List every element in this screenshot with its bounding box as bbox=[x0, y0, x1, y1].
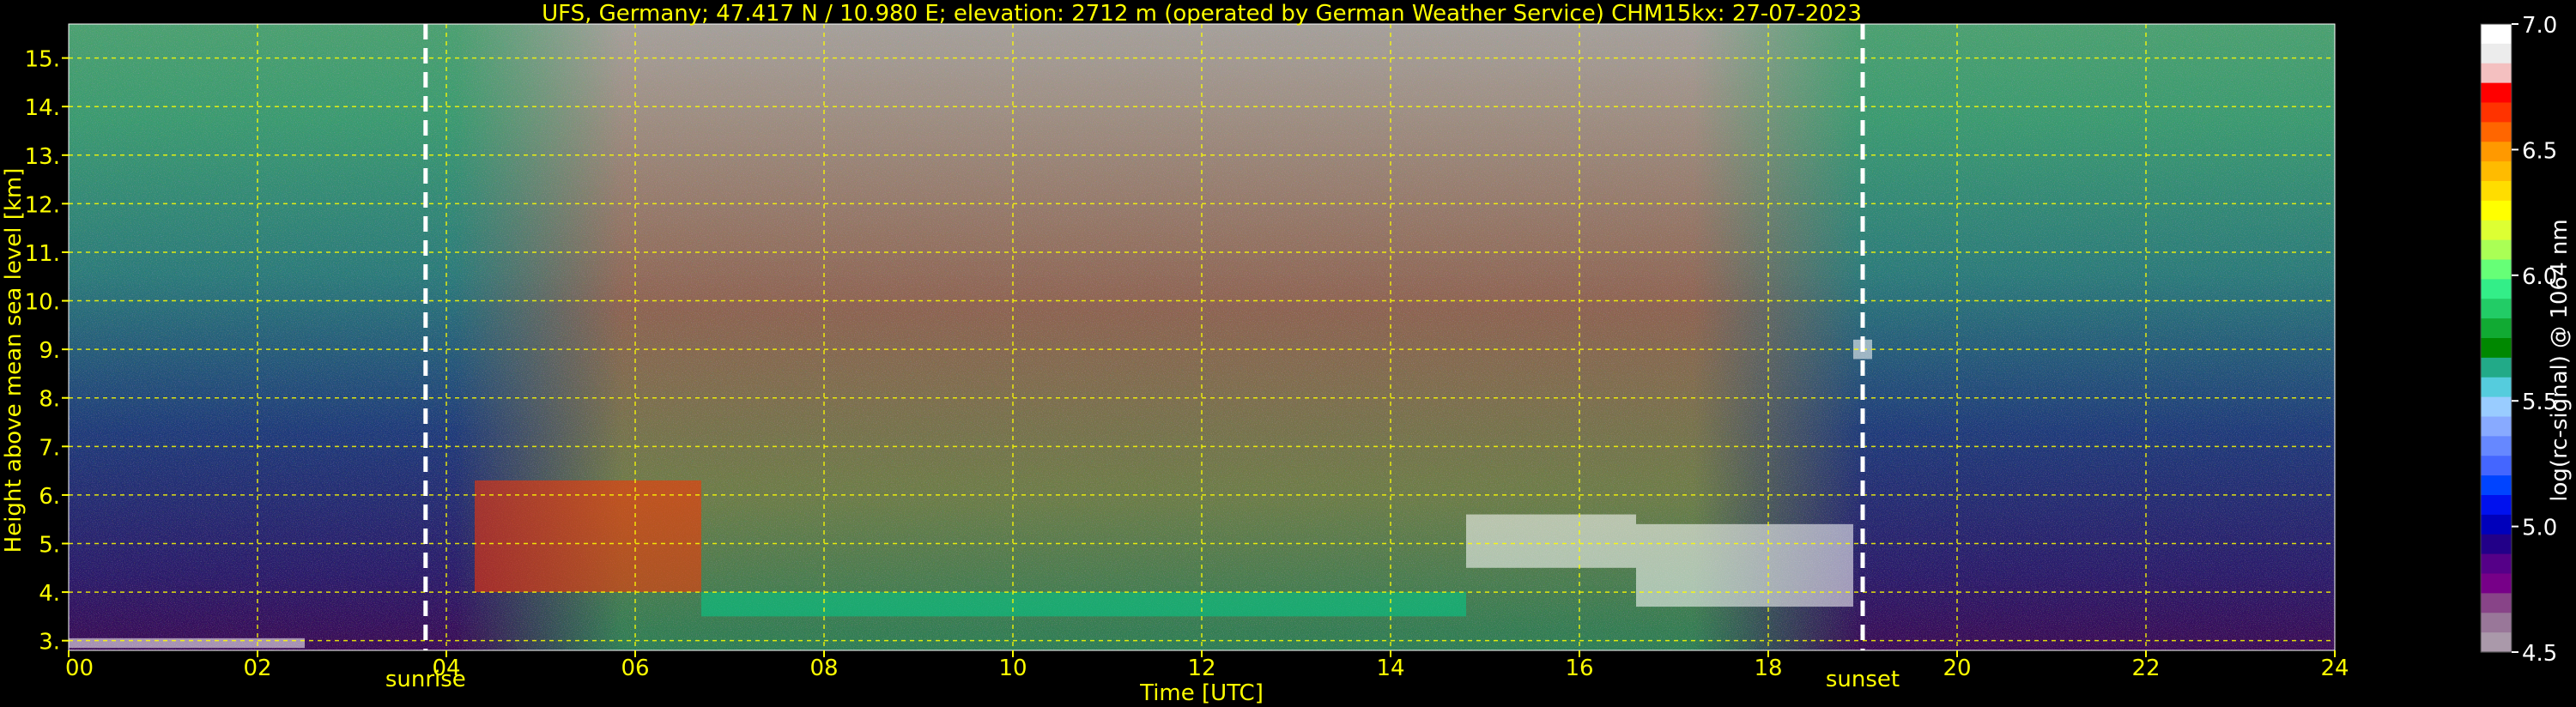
x-tick-label: 04 bbox=[432, 656, 460, 681]
y-tick-label: 6. bbox=[39, 484, 60, 510]
y-tick-label: 10. bbox=[25, 290, 60, 316]
y-tick-label: 12. bbox=[25, 192, 60, 218]
colorbar-segment bbox=[2481, 220, 2512, 241]
colorbar-segment bbox=[2481, 102, 2512, 123]
colorbar-tick-label: 5.0 bbox=[2522, 516, 2557, 541]
colorbar-segment bbox=[2481, 122, 2512, 142]
colorbar-segment bbox=[2481, 436, 2512, 456]
layer-0 bbox=[69, 638, 305, 649]
colorbar-segment bbox=[2481, 475, 2512, 496]
colorbar-segment bbox=[2481, 377, 2512, 398]
colorbar-segment bbox=[2481, 416, 2512, 437]
colorbar-tick-label: 7.0 bbox=[2522, 13, 2557, 39]
colorbar-label: log(rc-signal) @ 1064 nm bbox=[2547, 219, 2573, 501]
colorbar-segment bbox=[2481, 181, 2512, 202]
y-tick-label: 7. bbox=[39, 435, 60, 461]
y-tick-label: 11. bbox=[25, 241, 60, 267]
colorbar-tick-label: 6.5 bbox=[2522, 138, 2557, 164]
colorbar bbox=[2480, 23, 2512, 653]
y-tick-label: 9. bbox=[39, 338, 60, 364]
chart-title: UFS, Germany; 47.417 N / 10.980 E; eleva… bbox=[542, 1, 1862, 27]
colorbar-segment bbox=[2481, 63, 2512, 84]
x-tick-label: 20 bbox=[1943, 656, 1971, 681]
colorbar-segment bbox=[2481, 534, 2512, 555]
y-tick-label: 13. bbox=[25, 144, 60, 170]
colorbar-segment bbox=[2481, 613, 2512, 633]
x-tick-label: 10 bbox=[998, 656, 1027, 681]
x-axis-label: Time [UTC] bbox=[1139, 680, 1264, 706]
x-tick-label: 02 bbox=[243, 656, 271, 681]
colorbar-segment bbox=[2481, 514, 2512, 535]
layer-4 bbox=[1636, 523, 1853, 607]
colorbar-segment bbox=[2481, 239, 2512, 261]
colorbar-segment bbox=[2481, 573, 2512, 594]
colorbar-tick-label: 4.5 bbox=[2522, 641, 2557, 667]
layer-1 bbox=[475, 480, 701, 593]
y-tick-label: 4. bbox=[39, 581, 60, 607]
colorbar-segment bbox=[2481, 24, 2512, 45]
y-axis-ticks: 3. 4. 5. 6. 7. 8. 9. 10. 11. 12. 13. 14. 15. bbox=[25, 47, 69, 656]
x-tick-label: 16 bbox=[1565, 656, 1593, 681]
colorbar-segment bbox=[2481, 632, 2512, 653]
colorbar-segment bbox=[2481, 593, 2512, 613]
y-tick-label: 14. bbox=[25, 95, 60, 121]
colorbar-segment bbox=[2481, 142, 2512, 162]
colorbar-segment bbox=[2481, 299, 2512, 319]
colorbar-segment bbox=[2481, 279, 2512, 299]
colorbar-segment bbox=[2481, 161, 2512, 182]
colorbar-segment bbox=[2481, 82, 2512, 104]
y-tick-label: 8. bbox=[39, 387, 60, 413]
y-tick-label: 5. bbox=[39, 533, 60, 559]
colorbar-segment bbox=[2481, 456, 2512, 476]
layer-3 bbox=[1466, 514, 1636, 568]
x-tick-label: 22 bbox=[2131, 656, 2160, 681]
y-axis-label: Height above mean sea level [km] bbox=[1, 168, 27, 553]
layer-2 bbox=[701, 592, 1466, 617]
x-tick-label: 00 bbox=[65, 656, 94, 681]
ceilometer-chart: sunrise sunset 00 02 04 06 08 10 12 14 16 18 20 22 24… bbox=[1, 1, 2573, 706]
colorbar-segment bbox=[2481, 396, 2512, 418]
colorbar-segment bbox=[2481, 495, 2512, 516]
colorbar-segment bbox=[2481, 259, 2512, 280]
y-tick-label: 15. bbox=[25, 47, 60, 73]
x-tick-label: 14 bbox=[1376, 656, 1404, 681]
colorbar-segment bbox=[2481, 357, 2512, 378]
colorbar-segment bbox=[2481, 553, 2512, 575]
x-tick-label: 08 bbox=[809, 656, 838, 681]
colorbar-segment bbox=[2481, 338, 2512, 359]
colorbar-segment bbox=[2481, 43, 2512, 64]
x-tick-label: 06 bbox=[621, 656, 649, 681]
y-tick-label: 3. bbox=[39, 630, 60, 656]
sunset-label: sunset bbox=[1826, 667, 1900, 692]
x-tick-label: 12 bbox=[1187, 656, 1215, 681]
x-tick-label: 18 bbox=[1754, 656, 1782, 681]
x-tick-label: 24 bbox=[2320, 656, 2349, 681]
colorbar-segment bbox=[2481, 200, 2512, 221]
colorbar-segment bbox=[2481, 318, 2512, 339]
